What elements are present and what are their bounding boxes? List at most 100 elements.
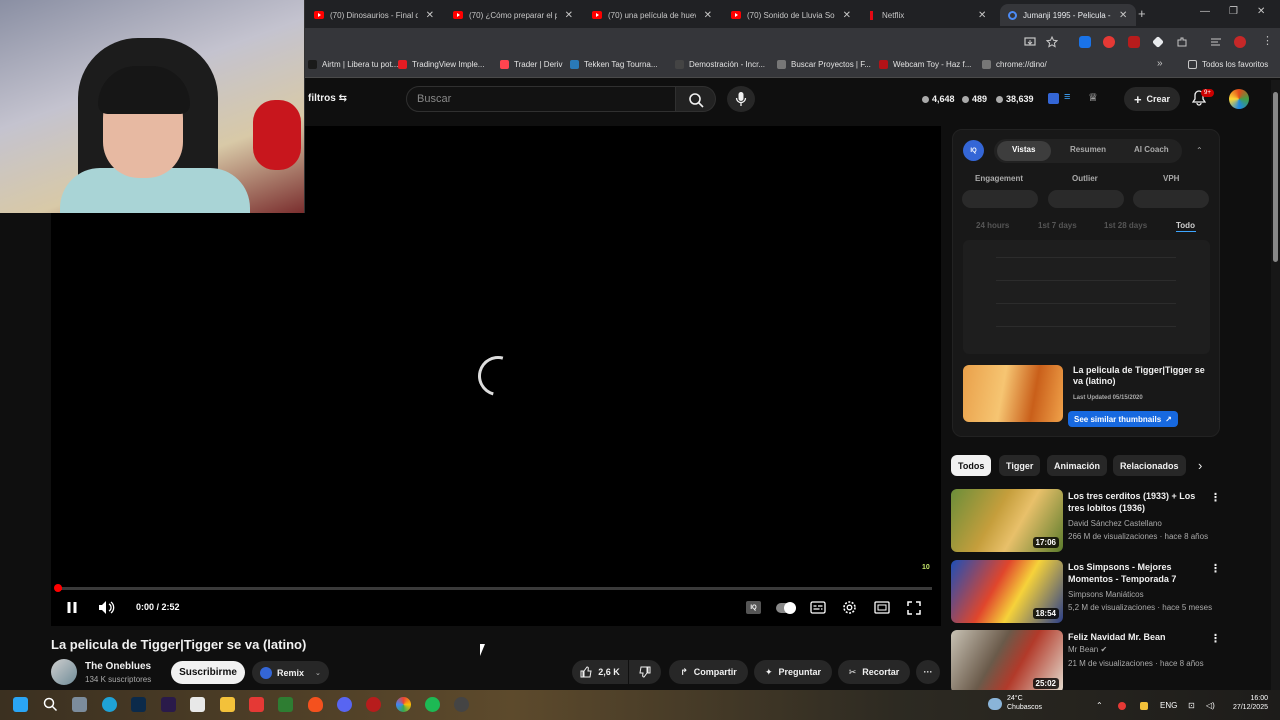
all-bookmarks-folder[interactable]: Todos los favoritos [1188,60,1268,69]
recommendation-item[interactable]: 25:02 Feliz Navidad Mr. Bean Mr Bean ✔ 2… [951,630,1221,694]
progress-bar[interactable] [58,587,932,590]
recommendation-item[interactable]: 18:54 Los Simpsons - Mejores Momentos - … [951,560,1221,624]
range-first-28-days[interactable]: 1st 28 days [1104,221,1147,230]
more-options-icon[interactable]: ⋮ [1210,632,1221,645]
chevron-right-icon[interactable]: › [1198,458,1202,473]
taskbar-search-icon[interactable] [43,697,58,712]
browser-menu-icon[interactable]: ⋮ [1262,34,1273,47]
network-icon[interactable]: ⊡ [1188,701,1195,710]
maximize-button[interactable]: ❐ [1229,6,1238,17]
settings-gear-icon[interactable] [842,600,857,615]
like-button[interactable]: 2,6 K [572,660,628,684]
system-clock[interactable]: 16:00 27/12/2025 [1228,694,1268,712]
bookmark-item[interactable]: TradingView Imple... [398,60,484,69]
task-view-icon[interactable] [72,697,87,712]
browser-tab[interactable]: (70) Sonido de Lluvia Sob ✕ [723,4,859,26]
vidiq-icon[interactable] [1048,93,1059,104]
recommendation-title[interactable]: Los Simpsons - Mejores Momentos - Tempor… [1068,561,1210,585]
tray-app-icon[interactable] [1118,702,1126,710]
minimize-button[interactable]: — [1200,6,1210,17]
trophy-icon[interactable]: ♕ [1088,91,1098,104]
recommendation-thumbnail[interactable]: 25:02 [951,630,1063,693]
input-language[interactable]: ENG [1160,701,1177,710]
range-24-hours[interactable]: 24 hours [976,221,1009,230]
see-similar-thumbnails-button[interactable]: See similar thumbnails ↗ [1068,411,1178,427]
close-tab-icon[interactable]: ✕ [978,10,986,21]
bookmark-item[interactable]: Buscar Proyectos | F... [777,60,871,69]
recommendation-thumbnail[interactable]: 18:54 [951,560,1063,623]
recommendation-title[interactable]: Los tres cerditos (1933) + Los tres lobi… [1068,490,1210,514]
close-tab-icon[interactable]: ✕ [565,10,573,21]
account-avatar[interactable] [1229,89,1249,109]
share-button[interactable]: ↱ Compartir [669,660,748,684]
deriv-icon[interactable] [249,697,264,712]
more-bookmarks-icon[interactable]: » [1157,58,1163,69]
page-scrollbar[interactable] [1271,80,1280,690]
bookmark-item[interactable]: Webcam Toy - Haz f... [879,60,971,69]
tab-resumen[interactable]: Resumen [1070,145,1106,154]
volume-icon[interactable] [98,600,115,615]
profile-avatar-icon[interactable] [1234,36,1246,48]
channel-name[interactable]: The Oneblues [85,661,151,672]
chip-tigger[interactable]: Tigger [999,455,1041,476]
more-options-icon[interactable]: ⋮ [1210,491,1221,504]
pause-icon[interactable] [66,601,78,614]
scrollbar-thumb[interactable] [1273,92,1278,262]
install-app-icon[interactable] [1024,36,1036,48]
chrome-icon[interactable] [396,697,411,712]
search-button[interactable] [676,86,716,112]
new-tab-button[interactable]: + [1138,6,1146,21]
ask-button[interactable]: ✦ Preguntar [754,660,832,684]
discord-icon[interactable] [337,697,352,712]
browser-tab[interactable]: Jumanji 1995 - Pelicula - C ✕ [1000,4,1136,26]
close-tab-icon[interactable]: ✕ [843,10,851,21]
more-options-icon[interactable]: ⋮ [1210,562,1221,575]
recommendation-thumbnail[interactable]: 17:06 [951,489,1063,552]
bookmark-item[interactable]: Airtm | Libera tu pot... [308,60,398,69]
bookmark-item[interactable]: chrome://dino/ [982,60,1047,69]
more-actions-button[interactable]: ··· [916,660,940,684]
file-explorer-icon[interactable] [220,697,235,712]
browser-tab[interactable]: (70) Dinosaurios - Final de ✕ [306,4,442,26]
chip-relacionados[interactable]: Relacionados [1113,455,1186,476]
fullscreen-icon[interactable] [907,601,921,615]
browser-tab[interactable]: (70) ¿Cómo preparar el pa ✕ [445,4,581,26]
voice-search-button[interactable] [727,86,755,112]
create-button[interactable]: + Crear [1124,87,1180,111]
bookmark-item[interactable]: Trader | Deriv [500,60,562,69]
channel-avatar[interactable] [51,659,77,685]
vidiq-player-icon[interactable]: IQ [746,601,761,614]
spotify-icon[interactable] [425,697,440,712]
weather-icon[interactable] [988,698,1002,710]
subscribe-button[interactable]: Suscribirme [171,661,245,684]
reading-list-icon[interactable] [1210,36,1222,48]
minecraft-icon[interactable] [278,697,293,712]
subtitles-icon[interactable] [810,601,826,614]
photoshop-icon[interactable] [131,697,146,712]
close-tab-icon[interactable]: ✕ [704,10,712,21]
windows-start-icon[interactable] [13,697,28,712]
tray-app-icon[interactable] [1140,702,1148,710]
clip-button[interactable]: ✂ Recortar [838,660,910,684]
close-window-button[interactable]: ✕ [1257,6,1265,17]
chip-animacion[interactable]: Animación [1047,455,1108,476]
vidiq-menu-icon[interactable]: ≡ [1064,91,1070,103]
tray-overflow-icon[interactable]: ⌃ [1096,701,1103,710]
obs-icon[interactable] [454,697,469,712]
edge-icon[interactable] [102,697,117,712]
chip-todos[interactable]: Todos [951,455,992,476]
extensions-puzzle-icon[interactable] [1176,36,1188,48]
browser-tab[interactable]: (70) una película de huev ✕ [584,4,720,26]
extension-icon-3[interactable] [1128,36,1140,48]
progress-scrubber[interactable] [54,584,62,592]
bookmark-item[interactable]: Demostración - Incr... [675,60,765,69]
remix-button[interactable]: Remix ⌄ [252,661,329,684]
dislike-button[interactable] [629,660,661,684]
extension-icon-2[interactable] [1103,36,1115,48]
recommendation-item[interactable]: 17:06 Los tres cerditos (1933) + Los tre… [951,489,1221,553]
premiere-icon[interactable] [161,697,176,712]
recommendation-title[interactable]: Feliz Navidad Mr. Bean [1068,631,1210,643]
tab-ai-coach[interactable]: AI Coach [1134,145,1169,154]
filters-button[interactable]: filtros ⇆ [308,93,347,104]
bookmark-item[interactable]: Tekken Tag Tourna... [570,60,658,69]
